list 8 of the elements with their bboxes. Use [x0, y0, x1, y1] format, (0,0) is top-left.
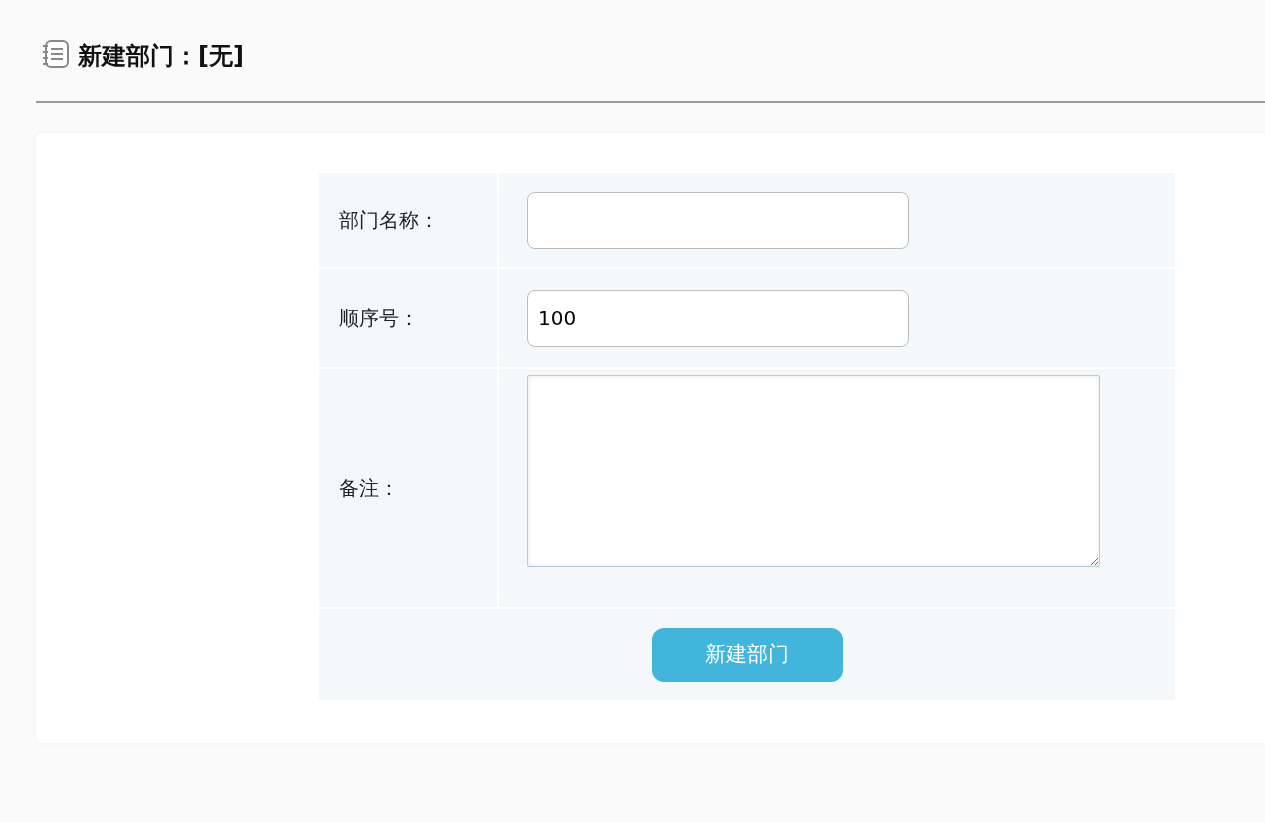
notebook-icon — [40, 38, 70, 70]
field-label: 备注： — [339, 476, 399, 500]
page-title: 新建部门：[无] — [78, 41, 244, 72]
input-field[interactable] — [527, 191, 909, 249]
field-label: 顺序号： — [339, 306, 419, 330]
remark-field[interactable] — [527, 375, 1100, 567]
input-field[interactable]: 100 — [527, 289, 909, 347]
field-label: 部门名称： — [339, 208, 439, 232]
